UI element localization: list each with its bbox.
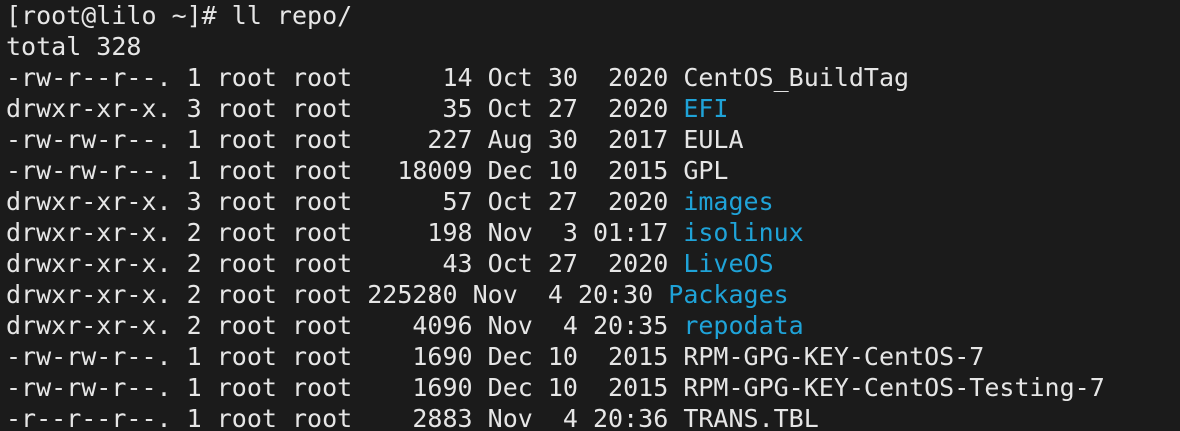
entry-meta: drwxr-xr-x. 2 root root 225280 Nov 4 20:…	[6, 280, 669, 309]
entry-name-file: TRANS.TBL	[683, 404, 819, 431]
entry-meta: -rw-rw-r--. 1 root root 227 Aug 30 2017	[6, 125, 684, 154]
entry-name-directory: repodata	[683, 311, 804, 340]
listing-row: drwxr-xr-x. 2 root root 4096 Nov 4 20:35…	[6, 310, 1180, 341]
entry-meta: -rw-rw-r--. 1 root root 1690 Dec 10 2015	[6, 342, 684, 371]
entry-meta: drwxr-xr-x. 3 root root 57 Oct 27 2020	[6, 187, 684, 216]
entry-meta: -rw-rw-r--. 1 root root 18009 Dec 10 201…	[6, 156, 684, 185]
entry-name-file: RPM-GPG-KEY-CentOS-Testing-7	[683, 373, 1105, 402]
entry-name-file: GPL	[683, 156, 729, 185]
listing-row: drwxr-xr-x. 3 root root 35 Oct 27 2020 E…	[6, 93, 1180, 124]
listing-row: -rw-r--r--. 1 root root 14 Oct 30 2020 C…	[6, 62, 1180, 93]
listing-row: drwxr-xr-x. 3 root root 57 Oct 27 2020 i…	[6, 186, 1180, 217]
entry-meta: drwxr-xr-x. 2 root root 43 Oct 27 2020	[6, 249, 684, 278]
entry-meta: drwxr-xr-x. 2 root root 4096 Nov 4 20:35	[6, 311, 684, 340]
command-prompt-line: [root@lilo ~]# ll repo/	[6, 1, 353, 30]
listing-row: drwxr-xr-x. 2 root root 225280 Nov 4 20:…	[6, 279, 1180, 310]
listing-row: -r--r--r--. 1 root root 2883 Nov 4 20:36…	[6, 403, 1180, 431]
entry-name-file: CentOS_BuildTag	[683, 63, 910, 92]
total-line: total 328	[6, 32, 142, 61]
entry-name-file: EULA	[683, 125, 744, 154]
listing-row: -rw-rw-r--. 1 root root 18009 Dec 10 201…	[6, 155, 1180, 186]
entry-meta: -rw-rw-r--. 1 root root 1690 Dec 10 2015	[6, 373, 684, 402]
entry-meta: -r--r--r--. 1 root root 2883 Nov 4 20:36	[6, 404, 684, 431]
listing-row: -rw-rw-r--. 1 root root 1690 Dec 10 2015…	[6, 341, 1180, 372]
listing-row: -rw-rw-r--. 1 root root 1690 Dec 10 2015…	[6, 372, 1180, 403]
listing-row: -rw-rw-r--. 1 root root 227 Aug 30 2017 …	[6, 124, 1180, 155]
entry-meta: -rw-r--r--. 1 root root 14 Oct 30 2020	[6, 63, 684, 92]
entry-name-directory: Packages	[668, 280, 789, 309]
listing-row: drwxr-xr-x. 2 root root 198 Nov 3 01:17 …	[6, 217, 1180, 248]
entry-name-file: RPM-GPG-KEY-CentOS-7	[683, 342, 985, 371]
entry-name-directory: EFI	[683, 94, 729, 123]
entry-meta: drwxr-xr-x. 3 root root 35 Oct 27 2020	[6, 94, 684, 123]
entry-meta: drwxr-xr-x. 2 root root 198 Nov 3 01:17	[6, 218, 684, 247]
terminal-window[interactable]: [root@lilo ~]# ll repo/ total 328 -rw-r-…	[0, 0, 1180, 431]
listing-row: drwxr-xr-x. 2 root root 43 Oct 27 2020 L…	[6, 248, 1180, 279]
entry-name-directory: isolinux	[683, 218, 804, 247]
entry-name-directory: LiveOS	[683, 249, 774, 278]
entry-name-directory: images	[683, 187, 774, 216]
